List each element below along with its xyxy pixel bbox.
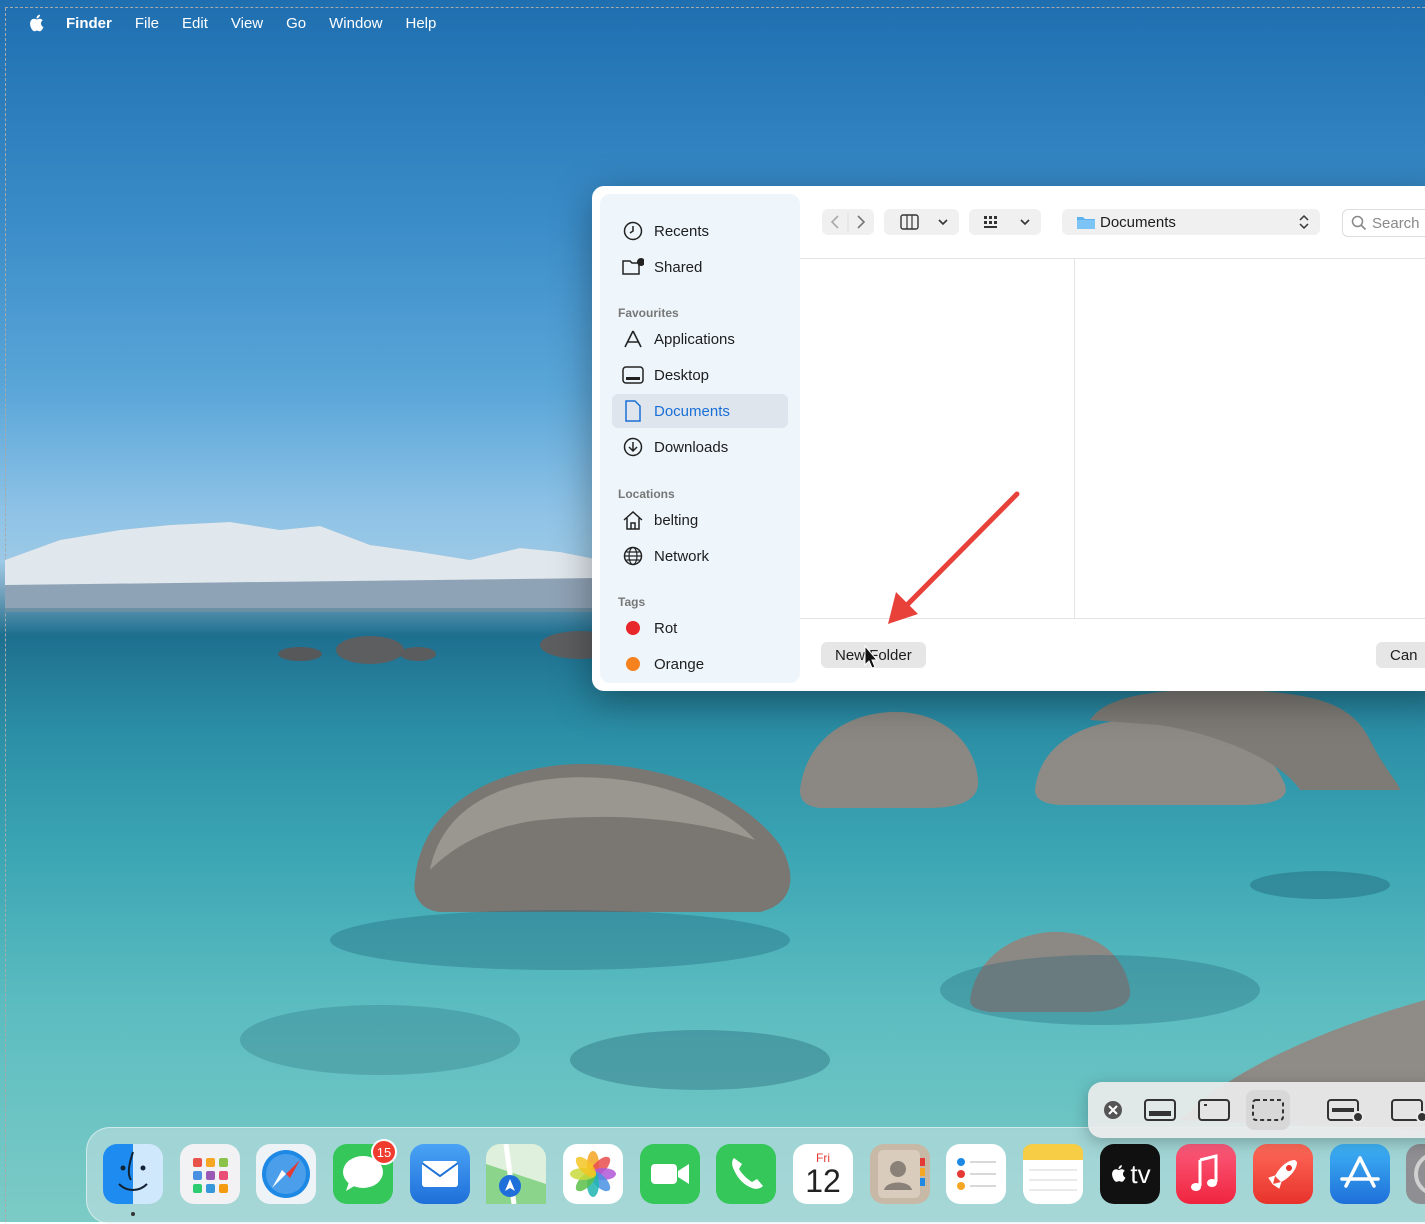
shared-folder-icon [622, 256, 644, 278]
mail-icon[interactable] [410, 1144, 470, 1204]
maps-icon[interactable] [486, 1144, 546, 1204]
close-icon [1104, 1101, 1122, 1119]
menu-app-name[interactable]: Finder [66, 15, 112, 32]
tv-icon[interactable]: tv [1100, 1144, 1160, 1204]
capture-window-button[interactable] [1192, 1090, 1236, 1130]
selection-icon [1252, 1099, 1284, 1121]
group-button[interactable] [969, 209, 1041, 235]
sidebar-item-label: Recents [654, 222, 710, 240]
close-capture-button[interactable] [1091, 1090, 1135, 1130]
sidebar-item-applications[interactable]: Applications [612, 322, 788, 356]
menu-help[interactable]: Help [406, 15, 437, 32]
finder-icon[interactable] [103, 1144, 163, 1204]
search-field[interactable]: Search [1342, 209, 1425, 237]
calendar-icon[interactable]: Fri 12 [793, 1144, 853, 1204]
globe-icon [622, 545, 644, 567]
sidebar-item-label: Network [654, 547, 710, 565]
sidebar-item-recents[interactable]: Recents [612, 214, 788, 248]
sidebar-item-home[interactable]: belting [612, 503, 788, 537]
calendar-day-number: 12 [805, 1163, 841, 1199]
app-store-icon[interactable] [1330, 1144, 1390, 1204]
record-selection-icon [1391, 1099, 1425, 1123]
record-screen-button[interactable] [1324, 1090, 1368, 1130]
column-divider [1074, 259, 1075, 619]
new-folder-button[interactable]: New Folder [821, 642, 926, 668]
sidebar-item-label: Desktop [654, 366, 710, 384]
locations-heading: Locations [618, 487, 675, 501]
footer-divider [800, 618, 1425, 619]
cancel-button[interactable]: Can [1376, 642, 1425, 668]
tags-heading: Tags [618, 595, 646, 609]
record-screen-icon [1327, 1099, 1364, 1123]
photos-icon[interactable] [563, 1144, 623, 1204]
clock-icon [622, 220, 644, 242]
tag-red-icon [622, 617, 644, 639]
window-icon [1198, 1099, 1230, 1121]
tv-label: tv [1130, 1158, 1151, 1189]
capture-entire-screen-button[interactable] [1138, 1090, 1182, 1130]
menu-edit[interactable]: Edit [182, 15, 208, 32]
finder-running-indicator [131, 1212, 135, 1216]
tag-orange-icon [622, 653, 644, 675]
desktop-icon [622, 364, 644, 386]
capture-selection-button[interactable] [1246, 1090, 1290, 1130]
save-dialog: Recents Shared Favourites Applications D… [592, 186, 1425, 691]
system-settings-icon[interactable] [1406, 1144, 1425, 1204]
sidebar-item-documents[interactable]: Documents [612, 394, 788, 428]
applications-icon [622, 328, 644, 350]
grid-icon [984, 216, 1030, 228]
sidebar-item-label: Shared [654, 258, 703, 276]
sidebar-item-label: belting [654, 511, 699, 529]
launchpad-icon[interactable] [180, 1144, 240, 1204]
home-icon [622, 509, 644, 531]
updown-chevron-icon [1299, 214, 1309, 230]
folder-icon [1077, 217, 1095, 229]
sidebar-item-tag-orange[interactable]: Orange [612, 647, 788, 681]
music-icon[interactable] [1176, 1144, 1236, 1204]
record-selection-button[interactable] [1384, 1090, 1425, 1130]
screen-icon [1144, 1099, 1176, 1121]
search-icon [1351, 215, 1367, 231]
apple-menu-icon[interactable] [28, 13, 46, 33]
location-label: Documents [1100, 213, 1176, 231]
columns-view-icon [900, 214, 948, 230]
sidebar-item-tag-rot[interactable]: Rot [612, 611, 788, 645]
download-icon [622, 436, 644, 458]
apple-logo-icon [1112, 1165, 1126, 1182]
sidebar-item-label: Applications [654, 330, 735, 348]
sidebar-item-label: Rot [654, 619, 678, 637]
phone-icon[interactable] [716, 1144, 776, 1204]
sidebar-item-desktop[interactable]: Desktop [612, 358, 788, 392]
back-forward-icon[interactable] [822, 209, 874, 235]
search-placeholder: Search [1372, 214, 1420, 232]
sidebar-item-label: Downloads [654, 438, 729, 456]
sidebar-item-shared[interactable]: Shared [612, 250, 788, 284]
document-icon [622, 400, 644, 422]
notes-icon[interactable] [1023, 1144, 1083, 1204]
sidebar-item-network[interactable]: Network [612, 539, 788, 573]
messages-badge: 15 [371, 1139, 397, 1165]
rocket-launcher-icon[interactable] [1253, 1144, 1313, 1204]
contacts-icon[interactable] [870, 1144, 930, 1204]
menu-bar: Finder File Edit View Go Window Help [0, 8, 1425, 38]
reminders-icon[interactable] [946, 1144, 1006, 1204]
sidebar-item-label: Documents [654, 402, 730, 420]
menu-view[interactable]: View [231, 15, 263, 32]
toolbar-divider [800, 258, 1425, 259]
favourites-heading: Favourites [618, 306, 679, 320]
menu-file[interactable]: File [135, 15, 159, 32]
location-popup[interactable]: Documents [1062, 209, 1320, 235]
safari-icon[interactable] [256, 1144, 316, 1204]
back-forward-buttons [822, 209, 874, 235]
dialog-sidebar: Recents Shared Favourites Applications D… [600, 194, 800, 683]
view-mode-button[interactable] [884, 209, 959, 235]
sidebar-item-downloads[interactable]: Downloads [612, 430, 788, 464]
facetime-icon[interactable] [640, 1144, 700, 1204]
sidebar-item-label: Orange [654, 655, 705, 673]
menu-window[interactable]: Window [329, 15, 382, 32]
menu-go[interactable]: Go [286, 15, 306, 32]
